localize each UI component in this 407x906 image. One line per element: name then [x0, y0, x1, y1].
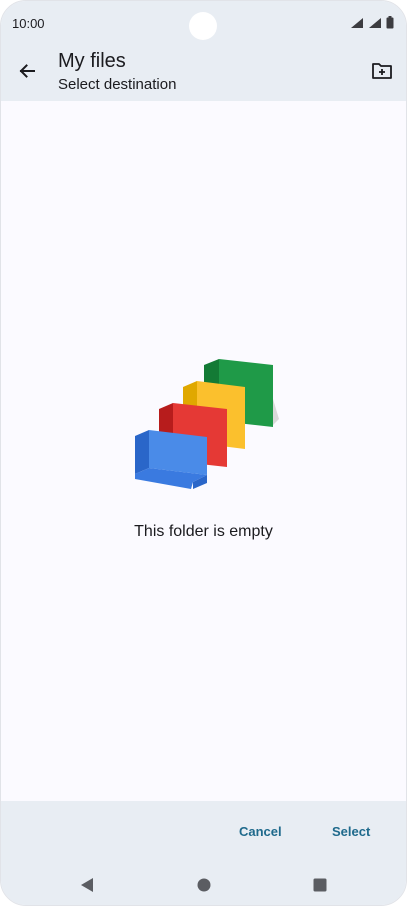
cancel-button[interactable]: Cancel: [239, 824, 282, 839]
nav-recents-icon: [313, 878, 327, 892]
bottom-area: Cancel Select: [1, 801, 406, 905]
nav-recents-button[interactable]: [310, 875, 330, 895]
navigation-bar: [1, 863, 406, 905]
new-folder-button[interactable]: [369, 58, 395, 84]
empty-folder-message: This folder is empty: [134, 523, 273, 540]
action-bar: Cancel Select: [1, 801, 406, 863]
file-list-area: This folder is empty: [1, 101, 406, 801]
empty-folders-illustration: [135, 359, 279, 489]
select-button[interactable]: Select: [332, 824, 370, 839]
camera-cutout: [189, 12, 217, 40]
nav-home-icon: [197, 878, 211, 892]
signal-icon: [369, 18, 381, 28]
create-new-folder-icon: [372, 63, 392, 79]
phone-screen: 10:00 My files Select destination This f…: [0, 0, 407, 906]
app-bar: My files Select destination: [1, 45, 406, 101]
status-icons: [350, 16, 394, 29]
battery-icon: [386, 16, 394, 29]
status-bar: 10:00: [1, 1, 406, 45]
back-button[interactable]: [13, 57, 41, 85]
nav-back-button[interactable]: [77, 875, 97, 895]
page-title: My files: [58, 50, 126, 72]
page-subtitle: Select destination: [58, 76, 177, 93]
arrow-back-icon: [19, 64, 35, 78]
nav-home-button[interactable]: [194, 875, 214, 895]
nav-back-icon: [81, 878, 93, 892]
status-time: 10:00: [12, 16, 45, 31]
wifi-icon: [351, 18, 363, 28]
top-bar: 10:00 My files Select destination: [1, 1, 406, 101]
